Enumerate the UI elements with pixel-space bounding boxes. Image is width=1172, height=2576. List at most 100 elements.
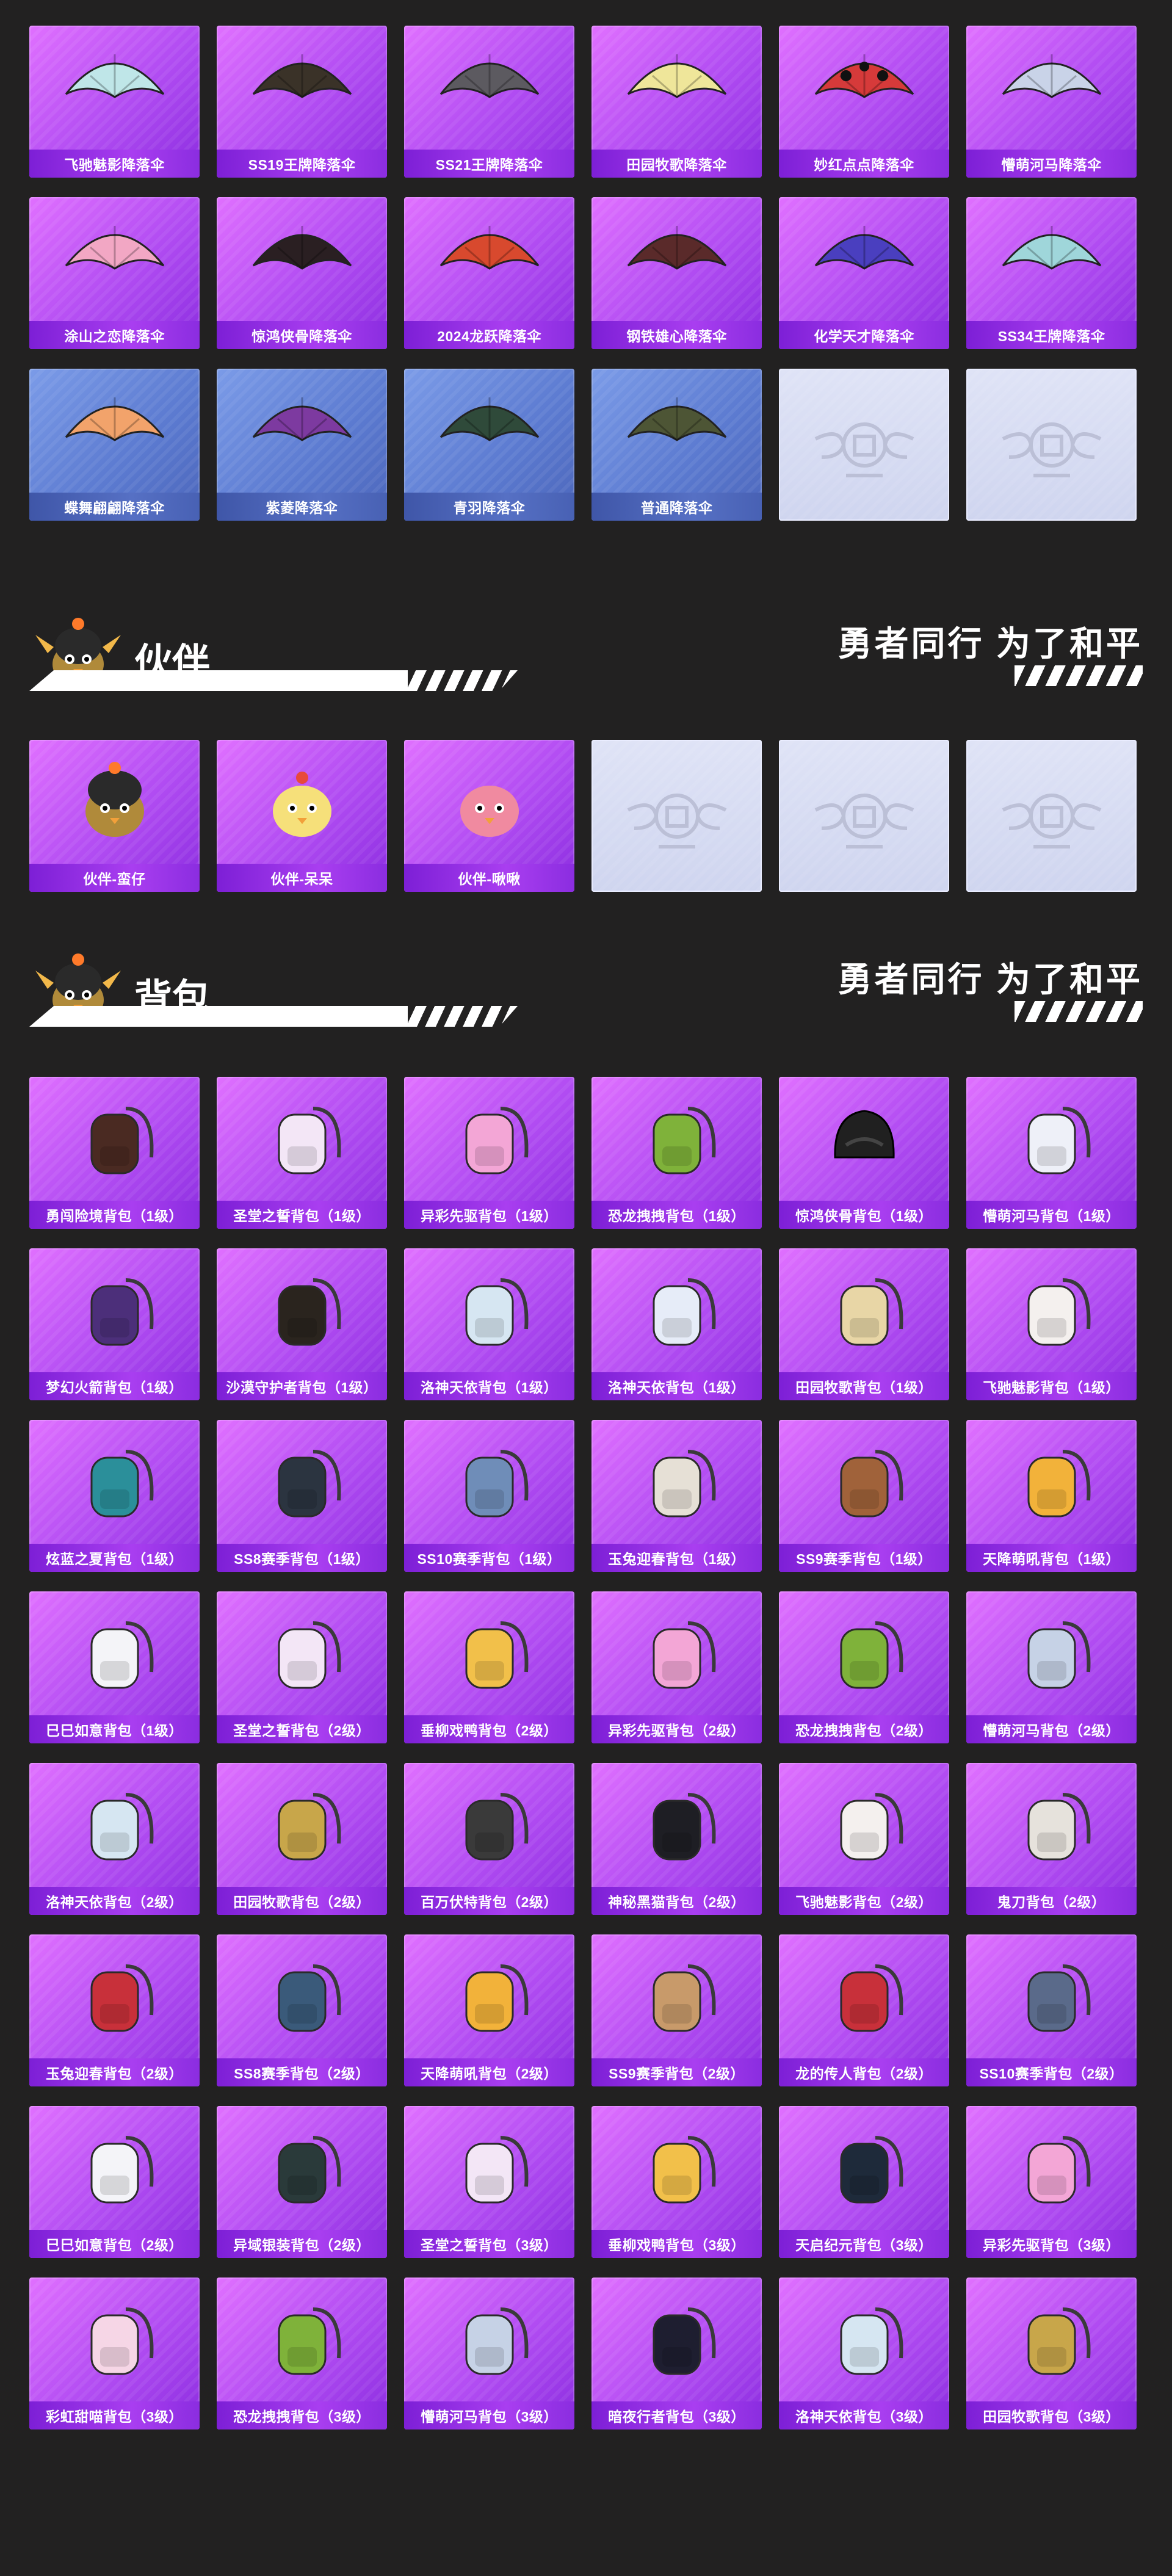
backpack-card[interactable]: 恐龙拽拽背包（2级） bbox=[779, 1591, 949, 1743]
backpack-card[interactable]: SS10赛季背包（1级） bbox=[404, 1420, 574, 1572]
parachute-card[interactable]: 田园牧歌降落伞 bbox=[591, 26, 762, 178]
parachute-icon bbox=[591, 369, 762, 493]
parachute-card[interactable]: 钢铁雄心降落伞 bbox=[591, 197, 762, 349]
backpack-card[interactable]: SS9赛季背包（1级） bbox=[779, 1420, 949, 1572]
backpack-card[interactable]: 神秘黑猫背包（2级） bbox=[591, 1763, 762, 1915]
backpack-card[interactable]: 懵萌河马背包（3级） bbox=[404, 2278, 574, 2429]
backpack-card[interactable]: SS8赛季背包（1级） bbox=[217, 1420, 387, 1572]
item-label: 神秘黑猫背包（2级） bbox=[591, 1887, 762, 1915]
chick-icon bbox=[217, 740, 387, 864]
backpack-icon bbox=[591, 1934, 762, 2058]
backpack-card[interactable]: 恐龙拽拽背包（3级） bbox=[217, 2278, 387, 2429]
item-label: 天启纪元背包（3级） bbox=[779, 2230, 949, 2258]
backpack-card[interactable]: 田园牧歌背包（1级） bbox=[779, 1248, 949, 1400]
item-label: 妙红点点降落伞 bbox=[779, 150, 949, 178]
backpack-card[interactable]: SS9赛季背包（2级） bbox=[591, 1934, 762, 2086]
item-label: SS10赛季背包（1级） bbox=[404, 1544, 574, 1572]
pubg-emblem-icon bbox=[779, 740, 949, 892]
companion-grid: 伙伴-蛮仔 伙伴-呆呆 伙伴-啾啾 bbox=[29, 740, 1137, 892]
backpack-card[interactable]: 垂柳戏鸭背包（2级） bbox=[404, 1591, 574, 1743]
item-label: 飞驰魅影背包（2级） bbox=[779, 1887, 949, 1915]
backpack-card[interactable]: 沙漠守护者背包（1级） bbox=[217, 1248, 387, 1400]
backpack-card[interactable]: 天降萌吼背包（1级） bbox=[966, 1420, 1137, 1572]
item-label: 异彩先驱背包（1级） bbox=[404, 1201, 574, 1229]
parachute-card[interactable]: 化学天才降落伞 bbox=[779, 197, 949, 349]
parachute-card[interactable]: 涂山之恋降落伞 bbox=[29, 197, 200, 349]
parachute-card[interactable]: 蝶舞翩翩降落伞 bbox=[29, 369, 200, 521]
companion-card[interactable]: 伙伴-蛮仔 bbox=[29, 740, 200, 892]
parachute-icon bbox=[779, 197, 949, 321]
backpack-card[interactable]: 巳巳如意背包（2级） bbox=[29, 2106, 200, 2258]
backpack-card[interactable]: 恐龙拽拽背包（1级） bbox=[591, 1077, 762, 1229]
backpack-card[interactable]: 梦幻火箭背包（1级） bbox=[29, 1248, 200, 1400]
backpack-card[interactable]: 玉兔迎春背包（2级） bbox=[29, 1934, 200, 2086]
backpack-card[interactable]: 异彩先驱背包（3级） bbox=[966, 2106, 1137, 2258]
parachute-card[interactable]: 紫菱降落伞 bbox=[217, 369, 387, 521]
parachute-card[interactable]: SS19王牌降落伞 bbox=[217, 26, 387, 178]
backpack-card[interactable]: 异彩先驱背包（1级） bbox=[404, 1077, 574, 1229]
item-label: SS8赛季背包（2级） bbox=[217, 2058, 387, 2086]
item-label: 异彩先驱背包（2级） bbox=[591, 1715, 762, 1743]
backpack-card[interactable]: 圣堂之誓背包（3级） bbox=[404, 2106, 574, 2258]
backpack-icon bbox=[779, 1934, 949, 2058]
backpack-card[interactable]: 龙的传人背包（2级） bbox=[779, 1934, 949, 2086]
backpack-card[interactable]: 惊鸿侠骨背包（1级） bbox=[779, 1077, 949, 1229]
backpack-card[interactable]: 田园牧歌背包（2级） bbox=[217, 1763, 387, 1915]
item-label: SS34王牌降落伞 bbox=[966, 321, 1137, 349]
parachute-card[interactable]: 青羽降落伞 bbox=[404, 369, 574, 521]
backpack-card[interactable]: 洛神天依背包（1级） bbox=[591, 1248, 762, 1400]
backpack-card[interactable]: 懵萌河马背包（2级） bbox=[966, 1591, 1137, 1743]
parachute-card[interactable]: 懵萌河马降落伞 bbox=[966, 26, 1137, 178]
parachute-card[interactable]: SS21王牌降落伞 bbox=[404, 26, 574, 178]
backpack-card[interactable]: 天降萌吼背包（2级） bbox=[404, 1934, 574, 2086]
item-label: 鬼刀背包（2级） bbox=[966, 1887, 1137, 1915]
backpack-card[interactable]: 田园牧歌背包（3级） bbox=[966, 2278, 1137, 2429]
backpack-card[interactable]: 彩虹甜喵背包（3级） bbox=[29, 2278, 200, 2429]
header-stripes bbox=[408, 670, 536, 691]
backpack-icon bbox=[217, 1763, 387, 1887]
backpack-card[interactable]: 玉兔迎春背包（1级） bbox=[591, 1420, 762, 1572]
backpack-card[interactable]: 圣堂之誓背包（2级） bbox=[217, 1591, 387, 1743]
backpack-icon bbox=[404, 2278, 574, 2401]
parachute-card[interactable]: 妙红点点降落伞 bbox=[779, 26, 949, 178]
parachute-card[interactable]: 飞驰魅影降落伞 bbox=[29, 26, 200, 178]
backpack-card[interactable]: 圣堂之誓背包（1级） bbox=[217, 1077, 387, 1229]
item-label: 龙的传人背包（2级） bbox=[779, 2058, 949, 2086]
backpack-icon bbox=[779, 2278, 949, 2401]
backpack-card[interactable]: 懵萌河马背包（1级） bbox=[966, 1077, 1137, 1229]
backpack-card[interactable]: 炫蓝之夏背包（1级） bbox=[29, 1420, 200, 1572]
backpack-card[interactable]: 飞驰魅影背包（1级） bbox=[966, 1248, 1137, 1400]
parachute-card[interactable]: 惊鸿侠骨降落伞 bbox=[217, 197, 387, 349]
item-label: 懵萌河马背包（2级） bbox=[966, 1715, 1137, 1743]
backpack-card[interactable]: 勇闯险境背包（1级） bbox=[29, 1077, 200, 1229]
item-label: 田园牧歌降落伞 bbox=[591, 150, 762, 178]
backpack-card[interactable]: 异域银装背包（2级） bbox=[217, 2106, 387, 2258]
backpack-card[interactable]: 洛神天依背包（1级） bbox=[404, 1248, 574, 1400]
parachute-icon bbox=[29, 369, 200, 493]
item-label: 普通降落伞 bbox=[591, 493, 762, 521]
parachute-card[interactable]: 普通降落伞 bbox=[591, 369, 762, 521]
item-label: 恐龙拽拽背包（3级） bbox=[217, 2401, 387, 2429]
backpack-icon bbox=[966, 2106, 1137, 2230]
backpack-card[interactable]: 百万伏特背包（2级） bbox=[404, 1763, 574, 1915]
item-label: 洛神天依背包（1级） bbox=[404, 1372, 574, 1400]
backpack-icon bbox=[966, 1077, 1137, 1201]
backpack-card[interactable]: SS8赛季背包（2级） bbox=[217, 1934, 387, 2086]
backpack-card[interactable]: 洛神天依背包（2级） bbox=[29, 1763, 200, 1915]
parachute-card[interactable]: SS34王牌降落伞 bbox=[966, 197, 1137, 349]
backpack-card[interactable]: 异彩先驱背包（2级） bbox=[591, 1591, 762, 1743]
item-label: SS21王牌降落伞 bbox=[404, 150, 574, 178]
backpack-card[interactable]: 洛神天依背包（3级） bbox=[779, 2278, 949, 2429]
backpack-card[interactable]: 暗夜行者背包（3级） bbox=[591, 2278, 762, 2429]
item-label: 钢铁雄心降落伞 bbox=[591, 321, 762, 349]
backpack-card[interactable]: 垂柳戏鸭背包（3级） bbox=[591, 2106, 762, 2258]
parachute-card[interactable]: 2024龙跃降落伞 bbox=[404, 197, 574, 349]
backpack-card[interactable]: 鬼刀背包（2级） bbox=[966, 1763, 1137, 1915]
backpack-card[interactable]: 巳巳如意背包（1级） bbox=[29, 1591, 200, 1743]
item-label: 沙漠守护者背包（1级） bbox=[217, 1372, 387, 1400]
backpack-card[interactable]: 天启纪元背包（3级） bbox=[779, 2106, 949, 2258]
backpack-card[interactable]: 飞驰魅影背包（2级） bbox=[779, 1763, 949, 1915]
companion-card[interactable]: 伙伴-呆呆 bbox=[217, 740, 387, 892]
backpack-card[interactable]: SS10赛季背包（2级） bbox=[966, 1934, 1137, 2086]
companion-card[interactable]: 伙伴-啾啾 bbox=[404, 740, 574, 892]
